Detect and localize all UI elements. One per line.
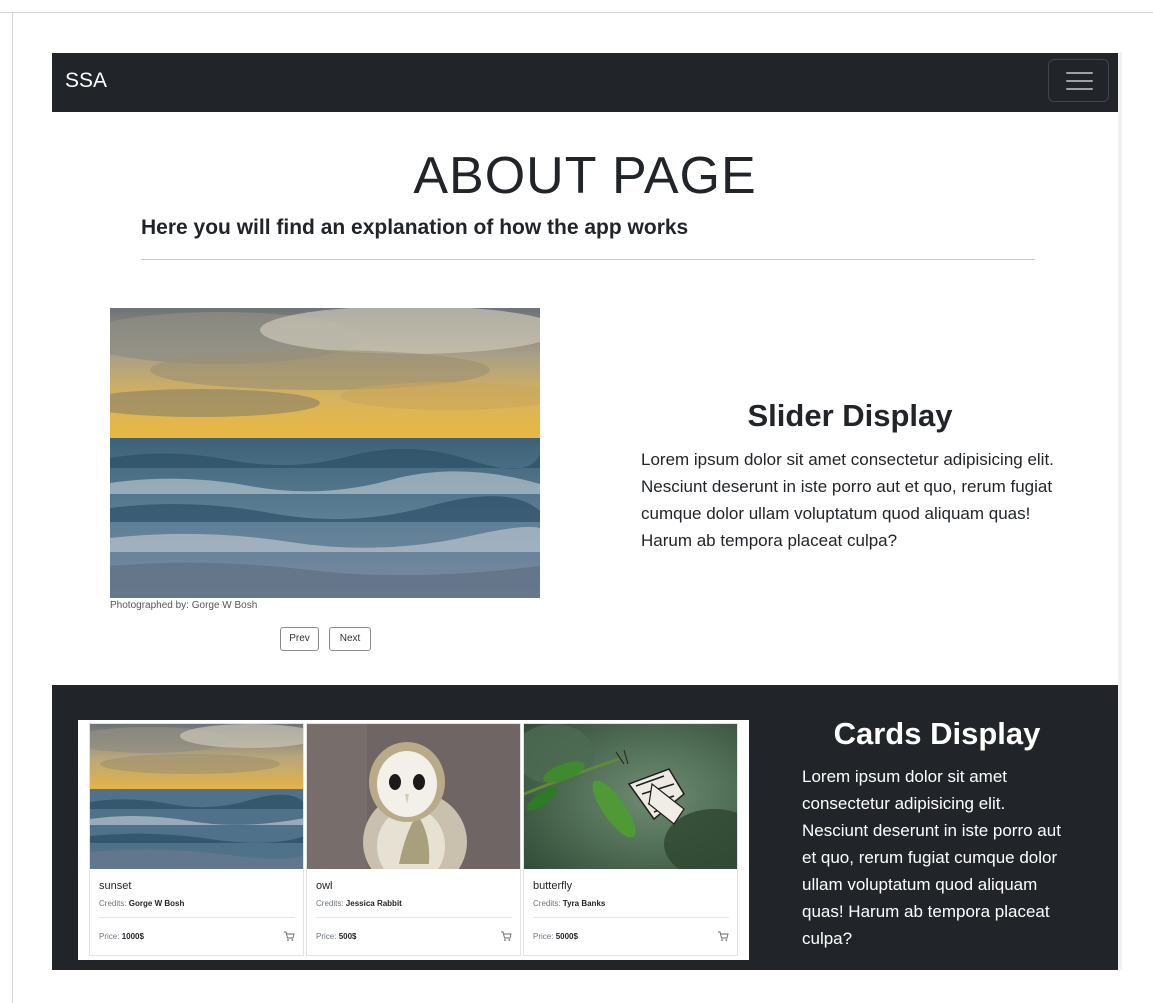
browser-frame-right	[1118, 52, 1122, 970]
card-divider	[99, 917, 295, 918]
header-divider	[141, 259, 1035, 260]
page-title: ABOUT PAGE	[413, 147, 757, 205]
slider-image	[110, 308, 540, 598]
product-card[interactable]: butterfly Credits: Tyra Banks Price: 500…	[523, 723, 738, 956]
slider-next-button[interactable]: Next	[329, 627, 371, 651]
product-card[interactable]: owl Credits: Jessica Rabbit Price: 500$	[306, 723, 521, 956]
cart-icon[interactable]	[500, 930, 512, 942]
browser-frame-left	[12, 12, 13, 1003]
card-price: Price: 500$	[316, 932, 357, 941]
navbar-toggler-button[interactable]	[1048, 59, 1109, 102]
cart-icon[interactable]	[717, 930, 729, 942]
navbar-brand[interactable]: SSA	[65, 69, 107, 93]
card-divider	[316, 917, 512, 918]
card-credits: Credits: Gorge W Bosh	[99, 899, 185, 908]
card-title: butterfly	[533, 880, 573, 892]
page-subtitle: Here you will find an explanation of how…	[141, 216, 689, 239]
app-page: SSA ABOUT PAGE Here you will find an exp…	[52, 53, 1118, 970]
navbar: SSA	[52, 53, 1118, 112]
product-card[interactable]: sunset Credits: Gorge W Bosh Price: 1000…	[89, 723, 304, 956]
card-price: Price: 5000$	[533, 932, 578, 941]
card-price: Price: 1000$	[99, 932, 144, 941]
cards-heading: Cards Display	[833, 716, 1041, 751]
card-credits: Credits: Tyra Banks	[533, 899, 606, 908]
card-divider	[533, 917, 729, 918]
cart-icon[interactable]	[283, 930, 295, 942]
cards-container: sunset Credits: Gorge W Bosh Price: 1000…	[78, 720, 749, 960]
cards-description: Lorem ipsum dolor sit amet consectetur a…	[802, 767, 1061, 948]
card-title: owl	[316, 880, 333, 892]
sunset-image	[90, 724, 303, 869]
cards-section: sunset Credits: Gorge W Bosh Price: 1000…	[52, 685, 1118, 970]
browser-frame-top	[0, 12, 1153, 13]
card-credits: Credits: Jessica Rabbit	[316, 899, 402, 908]
slider-photo-credit: Photographed by: Gorge W Bosh	[110, 600, 258, 611]
slider-heading: Slider Display	[747, 398, 953, 433]
slider-prev-button[interactable]: Prev	[280, 627, 319, 651]
slider-description: Lorem ipsum dolor sit amet consectetur a…	[641, 450, 1054, 550]
owl-image	[307, 724, 520, 869]
card-title: sunset	[99, 880, 132, 892]
butterfly-image	[524, 724, 737, 869]
